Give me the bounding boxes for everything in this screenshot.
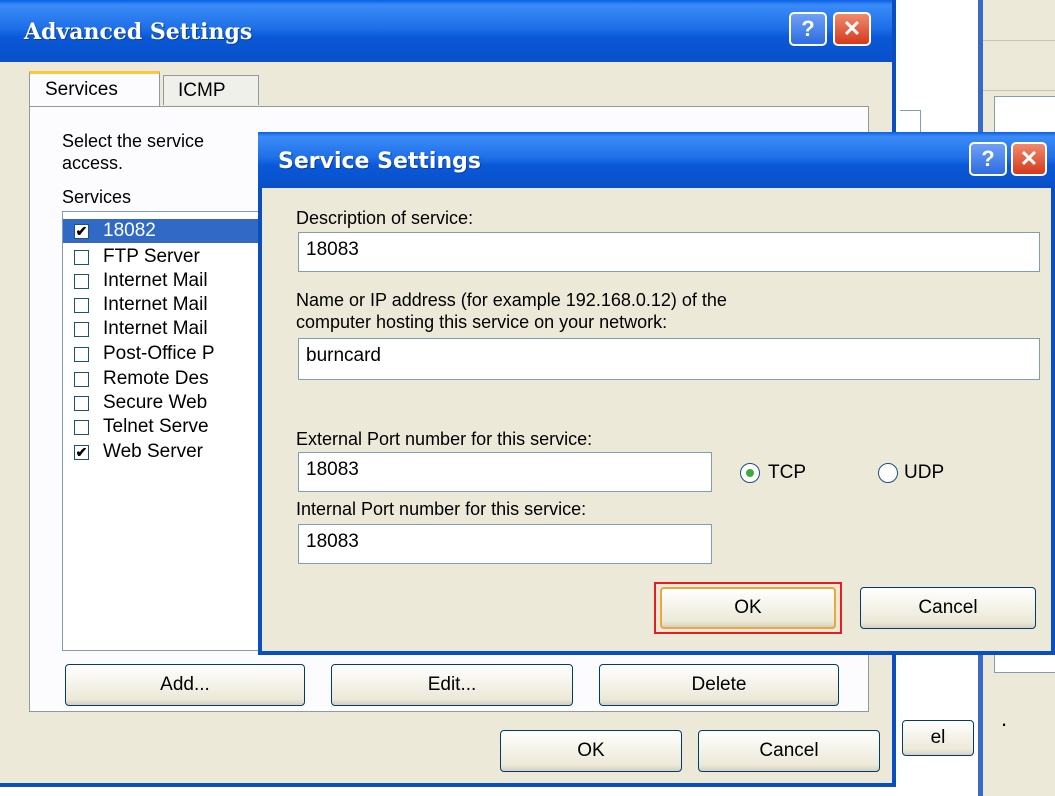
services-description-2: access. [62,153,124,173]
list-item[interactable]: Telnet Serve [63,415,273,439]
services-list-label: Services [62,187,132,207]
advanced-settings-titlebar[interactable]: Advanced Settings ? ✕ [0,0,892,62]
dialog-ok-button[interactable]: OK [660,587,836,629]
description-label: Description of service: [296,208,474,228]
checkbox[interactable] [74,419,89,435]
udp-radio[interactable] [878,463,898,483]
delete-button[interactable]: Delete [599,664,839,706]
list-item[interactable]: Internet Mail [63,293,273,317]
internal-port-label: Internal Port number for this service: [296,499,587,519]
add-button[interactable]: Add... [65,664,305,706]
checkbox[interactable] [74,395,89,411]
host-label: Name or IP address (for example 192.168.… [296,290,727,310]
close-icon[interactable]: ✕ [833,12,871,46]
radio-selected-dot [746,469,754,477]
list-item[interactable]: ✔ Web Server [63,440,273,464]
services-description: Select the service [62,131,205,151]
list-item[interactable]: Secure Web [63,391,273,415]
list-item[interactable]: FTP Server [63,245,273,269]
help-icon[interactable]: ? [789,12,827,46]
service-settings-titlebar[interactable]: Service Settings ? ✕ [258,132,1055,188]
list-item[interactable]: Remote Des [63,367,273,391]
ok-button[interactable]: OK [500,730,682,772]
external-port-field[interactable]: 18083 [298,452,712,492]
list-item[interactable]: Internet Mail [63,269,273,293]
tab-icmp[interactable]: ICMP [163,75,259,105]
close-icon[interactable]: ✕ [1011,142,1047,176]
checkbox[interactable] [74,346,89,362]
checkbox[interactable]: ✔ [74,223,89,239]
external-port-label: External Port number for this service: [296,429,593,449]
edit-button[interactable]: Edit... [331,664,573,706]
checkbox[interactable] [74,321,89,337]
udp-label: UDP [904,462,945,483]
list-item[interactable]: Internet Mail [63,317,273,341]
window-title: Advanced Settings [24,19,253,45]
help-icon[interactable]: ? [969,142,1007,176]
dialog-title: Service Settings [278,149,481,174]
list-item[interactable]: ✔ 18082 [63,219,273,243]
description-field[interactable]: 18083 [298,232,1040,272]
checkbox[interactable] [74,297,89,313]
service-settings-dialog: Service Settings ? ✕ Description of serv… [258,132,1055,655]
tab-services[interactable]: Services [29,71,160,107]
checkbox[interactable] [74,371,89,387]
background-cancel-button[interactable]: el [902,720,974,756]
tcp-label: TCP [768,462,806,483]
tcp-radio[interactable] [740,463,760,483]
host-label-2: computer hosting this service on your ne… [296,312,668,332]
checkbox[interactable]: ✔ [74,444,89,460]
dialog-cancel-button[interactable]: Cancel [860,587,1036,629]
cancel-button[interactable]: Cancel [698,730,880,772]
host-field[interactable]: burncard [298,338,1040,380]
checkbox[interactable] [74,249,89,265]
internal-port-field[interactable]: 18083 [298,524,712,564]
checkbox[interactable] [74,273,89,289]
list-item[interactable]: Post-Office P [63,342,273,366]
